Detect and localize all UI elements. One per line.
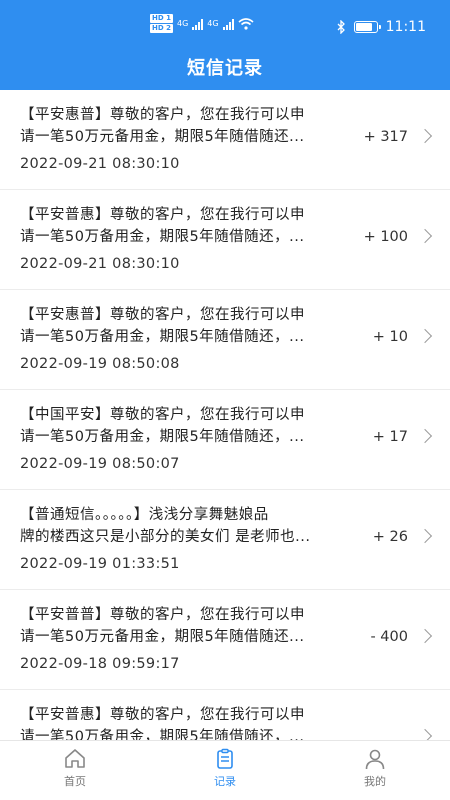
tab-home-label: 首页: [64, 775, 86, 788]
message-line-1: 【平安普普】尊敬的客户，您在我行可以申: [20, 607, 305, 623]
message-time: 2022-09-19 01:33:51: [20, 556, 180, 572]
list-item[interactable]: 【平安普惠】尊敬的客户，您在我行可以申 请一笔50万备用金，期限5年随借随还，.…: [0, 690, 450, 740]
list-item[interactable]: 【平安惠普】尊敬的客户，您在我行可以申 请一笔50万元备用金，期限5年随借随还.…: [0, 90, 450, 190]
message-line-1: 【普通短信。。。。。】浅浅分享舞魅娘品: [20, 507, 269, 523]
message-preview: 【平安普惠】尊敬的客户，您在我行可以申 请一笔50万备用金，期限5年随借随还，.…: [20, 204, 358, 248]
chevron-right-icon: [417, 428, 433, 444]
message-preview: 【平安普惠】尊敬的客户，您在我行可以申 请一笔50万备用金，期限5年随借随还，.…: [20, 704, 358, 740]
app-header: HD 1 HD 2 4G 4G 11:11 短信记录: [0, 0, 450, 90]
message-line-1: 【平安普惠】尊敬的客户，您在我行可以申: [20, 707, 305, 723]
message-preview: 【平安惠普】尊敬的客户，您在我行可以申 请一笔50万备用金，期限5年随借随还，.…: [20, 304, 358, 348]
tab-home[interactable]: 首页: [0, 741, 150, 800]
message-line-2: 请一笔50万备用金，期限5年随借随还，...: [20, 229, 305, 245]
message-time: 2022-09-19 08:50:08: [20, 356, 180, 372]
signal-icon: [192, 18, 204, 30]
message-time: 2022-09-18 09:59:17: [20, 656, 180, 672]
message-line-2: 牌的楼西这只是小部分的美女们 是老师也...: [20, 529, 311, 545]
tab-profile[interactable]: 我的: [300, 741, 450, 800]
hd1-badge: HD 1: [150, 14, 173, 23]
message-line-2: 请一笔50万备用金，期限5年随借随还，...: [20, 429, 305, 445]
network-type-1: 4G: [176, 19, 189, 28]
tab-profile-label: 我的: [364, 775, 386, 788]
clock: 11:11: [385, 19, 426, 35]
home-icon: [65, 749, 85, 768]
chevron-right-icon: [417, 228, 433, 244]
battery-icon: [353, 21, 381, 33]
message-line-1: 【中国平安】尊敬的客户，您在我行可以申: [20, 407, 305, 423]
chevron-right-icon: [417, 128, 433, 144]
message-time: 2022-09-19 08:50:07: [20, 456, 180, 472]
wifi-icon: [238, 17, 254, 30]
message-line-1: 【平安普惠】尊敬的客户，您在我行可以申: [20, 207, 305, 223]
message-line-1: 【平安惠普】尊敬的客户，您在我行可以申: [20, 307, 305, 323]
message-line-2: 请一笔50万元备用金，期限5年随借随还...: [20, 129, 305, 145]
message-line-2: 请一笔50万备用金，期限5年随借随还，...: [20, 329, 305, 345]
list-item[interactable]: 【中国平安】尊敬的客户，您在我行可以申 请一笔50万备用金，期限5年随借随还，.…: [0, 390, 450, 490]
network-type-2: 4G: [207, 19, 219, 28]
list-item[interactable]: 【普通短信。。。。。】浅浅分享舞魅娘品 牌的楼西这只是小部分的美女们 是老师也.…: [0, 490, 450, 590]
hd2-badge: HD 2: [150, 24, 173, 33]
message-preview: 【中国平安】尊敬的客户，您在我行可以申 请一笔50万备用金，期限5年随借随还，.…: [20, 404, 358, 448]
message-time: 2022-09-21 08:30:10: [20, 156, 180, 172]
list-item[interactable]: 【平安惠普】尊敬的客户，您在我行可以申 请一笔50万备用金，期限5年随借随还，.…: [0, 290, 450, 390]
status-bar: HD 1 HD 2 4G 4G 11:11: [0, 0, 450, 40]
chevron-right-icon: [417, 528, 433, 544]
chevron-right-icon: [417, 328, 433, 344]
message-preview: 【平安普普】尊敬的客户，您在我行可以申 请一笔50万元备用金，期限5年随借随还.…: [20, 604, 358, 648]
profile-icon: [365, 749, 385, 770]
tab-record-label: 记录: [214, 775, 236, 788]
amount-value: + 10: [372, 329, 408, 345]
amount-value: + 17: [372, 429, 408, 445]
amount-value: + 26: [372, 529, 408, 545]
message-preview: 【普通短信。。。。。】浅浅分享舞魅娘品 牌的楼西这只是小部分的美女们 是老师也.…: [20, 504, 358, 548]
signal-icon: [222, 18, 234, 30]
bluetooth-icon: [337, 20, 345, 34]
bottom-tab-bar: 首页 记录 我的: [0, 740, 450, 800]
list-item[interactable]: 【平安普普】尊敬的客户，您在我行可以申 请一笔50万元备用金，期限5年随借随还.…: [0, 590, 450, 690]
message-list: 【平安惠普】尊敬的客户，您在我行可以申 请一笔50万元备用金，期限5年随借随还.…: [0, 90, 450, 740]
network-indicators: HD 1 HD 2 4G 4G: [150, 14, 254, 33]
message-line-2: 请一笔50万备用金，期限5年随借随还，...: [20, 729, 305, 740]
amount-value: - 400: [370, 629, 408, 645]
page-title: 短信记录: [187, 58, 263, 79]
message-line-2: 请一笔50万元备用金，期限5年随借随还...: [20, 629, 305, 645]
chevron-right-icon: [417, 628, 433, 644]
amount-value: + 100: [363, 229, 408, 245]
message-preview: 【平安惠普】尊敬的客户，您在我行可以申 请一笔50万元备用金，期限5年随借随还.…: [20, 104, 358, 148]
list-item[interactable]: 【平安普惠】尊敬的客户，您在我行可以申 请一笔50万备用金，期限5年随借随还，.…: [0, 190, 450, 290]
chevron-right-icon: [417, 728, 433, 740]
amount-value: + 317: [363, 129, 408, 145]
tab-record[interactable]: 记录: [150, 741, 300, 800]
message-time: 2022-09-21 08:30:10: [20, 256, 180, 272]
message-line-1: 【平安惠普】尊敬的客户，您在我行可以申: [20, 107, 305, 123]
record-icon: [217, 748, 233, 769]
